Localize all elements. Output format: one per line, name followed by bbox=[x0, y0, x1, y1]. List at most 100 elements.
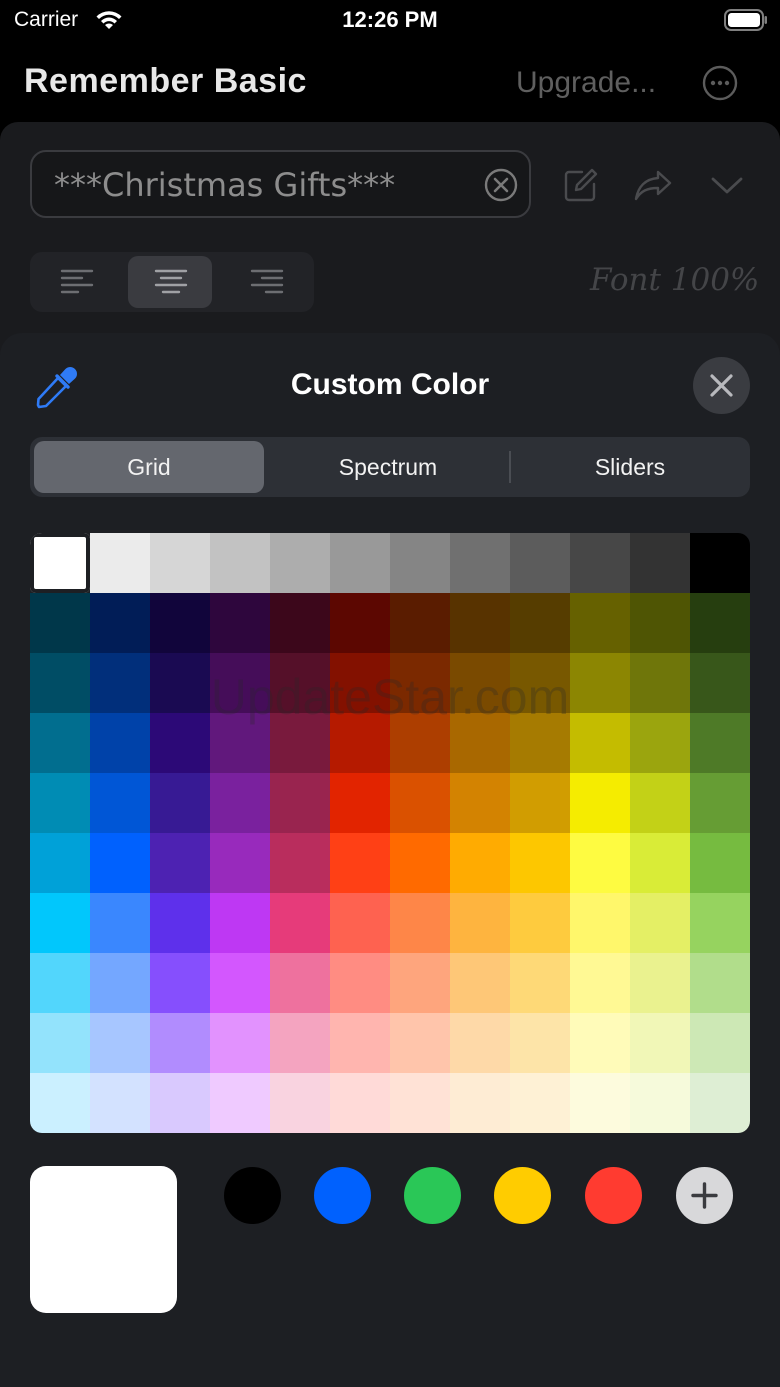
color-cell[interactable] bbox=[210, 533, 270, 593]
color-cell[interactable] bbox=[390, 713, 450, 773]
color-cell[interactable] bbox=[510, 953, 570, 1013]
color-cell[interactable] bbox=[210, 593, 270, 653]
color-cell[interactable] bbox=[90, 773, 150, 833]
color-cell[interactable] bbox=[690, 593, 750, 653]
color-cell[interactable] bbox=[270, 893, 330, 953]
color-cell[interactable] bbox=[390, 893, 450, 953]
color-cell[interactable] bbox=[630, 1013, 690, 1073]
color-cell[interactable] bbox=[510, 653, 570, 713]
color-cell[interactable] bbox=[210, 893, 270, 953]
color-cell[interactable] bbox=[330, 833, 390, 893]
color-cell[interactable] bbox=[690, 833, 750, 893]
color-cell[interactable] bbox=[270, 533, 330, 593]
color-cell[interactable] bbox=[150, 893, 210, 953]
color-cell[interactable] bbox=[690, 653, 750, 713]
color-cell[interactable] bbox=[390, 1013, 450, 1073]
color-cell[interactable] bbox=[690, 953, 750, 1013]
color-cell[interactable] bbox=[570, 833, 630, 893]
color-cell[interactable] bbox=[150, 953, 210, 1013]
color-cell[interactable] bbox=[30, 713, 90, 773]
tab-sliders[interactable]: Sliders bbox=[514, 441, 746, 493]
color-cell[interactable] bbox=[210, 773, 270, 833]
color-cell[interactable] bbox=[450, 953, 510, 1013]
color-cell[interactable] bbox=[390, 833, 450, 893]
color-cell[interactable] bbox=[570, 533, 630, 593]
list-name-input[interactable]: ***Christmas Gifts*** bbox=[54, 166, 395, 204]
upgrade-button[interactable]: Upgrade... bbox=[516, 66, 656, 100]
color-cell[interactable] bbox=[450, 893, 510, 953]
color-cell[interactable] bbox=[90, 833, 150, 893]
color-cell[interactable] bbox=[690, 893, 750, 953]
color-cell[interactable] bbox=[390, 953, 450, 1013]
color-cell[interactable] bbox=[570, 893, 630, 953]
list-name-field[interactable]: ***Christmas Gifts*** bbox=[30, 150, 531, 218]
edit-icon[interactable] bbox=[562, 166, 600, 204]
color-cell[interactable] bbox=[30, 893, 90, 953]
swatch-yellow[interactable] bbox=[494, 1167, 551, 1224]
color-cell[interactable] bbox=[210, 833, 270, 893]
color-cell[interactable] bbox=[390, 1073, 450, 1133]
color-cell[interactable] bbox=[510, 593, 570, 653]
color-cell[interactable] bbox=[30, 653, 90, 713]
color-cell[interactable] bbox=[570, 773, 630, 833]
color-cell[interactable] bbox=[630, 653, 690, 713]
color-cell[interactable] bbox=[30, 533, 90, 593]
color-cell[interactable] bbox=[450, 653, 510, 713]
color-cell[interactable] bbox=[510, 893, 570, 953]
color-cell[interactable] bbox=[270, 593, 330, 653]
color-cell[interactable] bbox=[150, 653, 210, 713]
color-cell[interactable] bbox=[150, 533, 210, 593]
close-button[interactable] bbox=[693, 357, 750, 414]
color-cell[interactable] bbox=[630, 593, 690, 653]
color-cell[interactable] bbox=[510, 773, 570, 833]
color-cell[interactable] bbox=[630, 833, 690, 893]
color-cell[interactable] bbox=[630, 773, 690, 833]
color-cell[interactable] bbox=[690, 1073, 750, 1133]
color-cell[interactable] bbox=[450, 833, 510, 893]
color-cell[interactable] bbox=[150, 713, 210, 773]
color-cell[interactable] bbox=[270, 953, 330, 1013]
color-cell[interactable] bbox=[210, 1073, 270, 1133]
color-cell[interactable] bbox=[570, 1073, 630, 1133]
color-cell[interactable] bbox=[210, 653, 270, 713]
clear-icon[interactable] bbox=[484, 168, 518, 202]
swatch-blue[interactable] bbox=[314, 1167, 371, 1224]
share-icon[interactable] bbox=[632, 166, 674, 204]
color-cell[interactable] bbox=[510, 533, 570, 593]
swatch-black[interactable] bbox=[224, 1167, 281, 1224]
color-cell[interactable] bbox=[90, 593, 150, 653]
color-cell[interactable] bbox=[90, 533, 150, 593]
color-cell[interactable] bbox=[330, 773, 390, 833]
color-cell[interactable] bbox=[270, 833, 330, 893]
color-cell[interactable] bbox=[390, 773, 450, 833]
color-cell[interactable] bbox=[450, 593, 510, 653]
color-cell[interactable] bbox=[90, 1073, 150, 1133]
add-swatch-button[interactable] bbox=[676, 1167, 733, 1224]
color-cell[interactable] bbox=[690, 1013, 750, 1073]
color-cell[interactable] bbox=[630, 533, 690, 593]
color-cell[interactable] bbox=[210, 713, 270, 773]
color-cell[interactable] bbox=[330, 593, 390, 653]
color-cell[interactable] bbox=[330, 893, 390, 953]
color-cell[interactable] bbox=[510, 1013, 570, 1073]
color-cell[interactable] bbox=[630, 953, 690, 1013]
color-cell[interactable] bbox=[210, 953, 270, 1013]
color-cell[interactable] bbox=[30, 593, 90, 653]
color-cell[interactable] bbox=[570, 1013, 630, 1073]
color-cell[interactable] bbox=[510, 1073, 570, 1133]
color-cell[interactable] bbox=[150, 773, 210, 833]
color-cell[interactable] bbox=[450, 1073, 510, 1133]
color-cell[interactable] bbox=[510, 833, 570, 893]
color-cell[interactable] bbox=[690, 713, 750, 773]
color-cell[interactable] bbox=[690, 773, 750, 833]
color-cell[interactable] bbox=[270, 1013, 330, 1073]
color-cell[interactable] bbox=[330, 533, 390, 593]
align-left-button[interactable] bbox=[34, 256, 118, 308]
color-cell[interactable] bbox=[570, 593, 630, 653]
color-cell[interactable] bbox=[90, 713, 150, 773]
swatch-green[interactable] bbox=[404, 1167, 461, 1224]
color-cell[interactable] bbox=[150, 1013, 210, 1073]
color-cell[interactable] bbox=[390, 593, 450, 653]
color-cell[interactable] bbox=[330, 1073, 390, 1133]
color-cell[interactable] bbox=[330, 713, 390, 773]
